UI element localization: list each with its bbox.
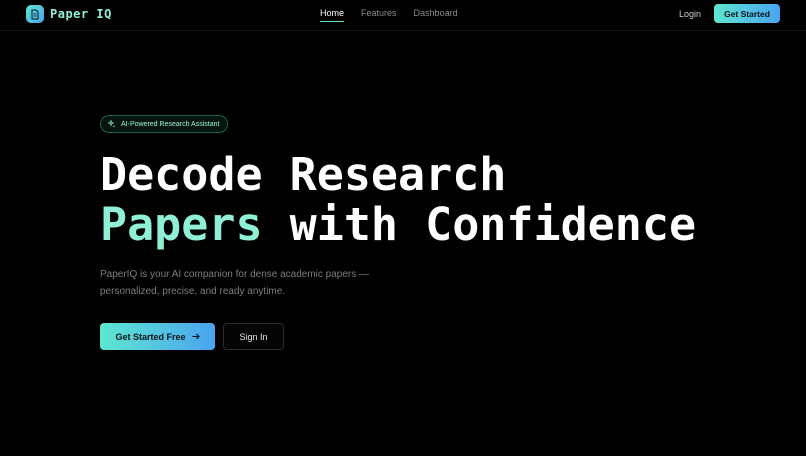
login-link[interactable]: Login	[679, 9, 701, 19]
sparkle-icon	[108, 120, 116, 128]
badge-text: AI-Powered Research Assistant	[121, 120, 220, 128]
landing-page: Paper IQ Home Features Dashboard Login G…	[0, 0, 806, 456]
arrow-right-icon	[192, 333, 200, 340]
headline-line-1: Decode Research	[100, 148, 507, 201]
hero-subtitle: PaperIQ is your AI companion for dense a…	[100, 269, 370, 297]
nav-links: Home Features Dashboard	[320, 8, 458, 22]
navbar: Paper IQ Home Features Dashboard Login G…	[0, 0, 806, 31]
sign-in-button[interactable]: Sign In	[223, 323, 284, 350]
logo-link[interactable]: Paper IQ	[26, 5, 112, 23]
nav-link-home[interactable]: Home	[320, 8, 345, 22]
ai-badge: AI-Powered Research Assistant	[100, 115, 229, 133]
nav-get-started-button[interactable]: Get Started	[714, 4, 780, 23]
nav-link-features[interactable]: Features	[361, 8, 397, 22]
get-started-free-button[interactable]: Get Started Free	[100, 323, 215, 350]
headline-accent-word: Papers	[100, 198, 263, 251]
document-icon	[26, 5, 44, 23]
headline-line-2-rest: with Confidence	[262, 198, 697, 251]
nav-link-dashboard[interactable]: Dashboard	[414, 8, 458, 22]
primary-button-label: Get Started Free	[115, 331, 186, 342]
hero-headline: Decode Research Papers with Confidence	[100, 150, 696, 250]
logo-text: Paper IQ	[50, 7, 112, 21]
